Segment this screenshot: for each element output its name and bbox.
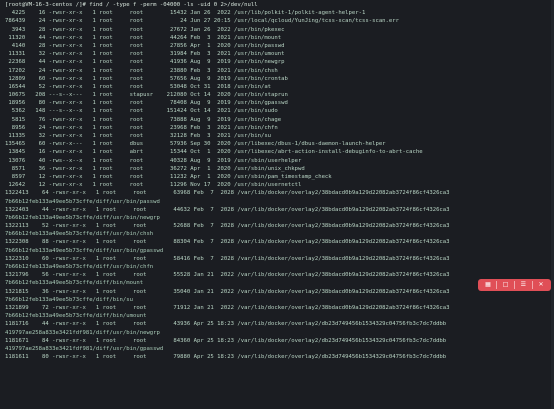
output-line: 1322310 60 -rwsr-xr-x 1 root root 58416 … — [5, 255, 450, 262]
output-line: 1322113 52 -rwsr-xr-x 1 root root 52688 … — [5, 223, 450, 230]
output-line: 1321815 36 -rwsr-xr-x 1 root root 35040 … — [5, 288, 450, 295]
output-line: 1322413 64 -rwsr-xr-x 1 root root 63968 … — [5, 190, 450, 197]
output-line: 7b66b12feb133a49ee5b73cffe/diff/usr/bin/… — [5, 214, 160, 221]
output-line: 17202 24 -rwsr-xr-x 1 root root 23880 Fe… — [5, 67, 278, 74]
output-line: 419797ae258a833e3421fdf981/diff/usr/bin/… — [5, 329, 160, 336]
output-line: 1181716 44 -rwsr-xr-x 1 root root 43936 … — [5, 321, 447, 328]
output-line: 16544 52 -rwsr-xr-x 1 root root 53048 Oc… — [5, 83, 272, 90]
terminal-window[interactable]: [root@VM-16-3-centos /]# find / -type f … — [0, 0, 554, 409]
output-line: 1321796 56 -rwsr-xr-x 1 root root 55528 … — [5, 272, 450, 279]
output-line: 10675 208 ---s--x--- 1 root stapusr 2120… — [5, 92, 288, 99]
output-line: 8571 36 -rwsr-xr-x 1 root root 36272 Apr… — [5, 165, 305, 172]
output-line: 1322308 88 -rwsr-xr-x 1 root root 88304 … — [5, 239, 450, 246]
output-line: 4140 28 -rwsr-xr-x 1 root root 27856 Apr… — [5, 42, 285, 49]
close-icon[interactable]: ✕ — [537, 281, 544, 289]
output-line: 1321899 72 -rwsr-xr-x 1 root root 71912 … — [5, 304, 450, 311]
output-line: 786439 24 -rwsr-xr-x 1 root root 24 Jun … — [5, 18, 400, 25]
output-line: 11331 32 -rwsr-xr-x 1 root root 31984 Fe… — [5, 51, 285, 58]
output-line: 18956 80 -rwsr-xr-x 1 root root 78408 Au… — [5, 100, 288, 107]
grid-icon[interactable]: ▦ — [484, 281, 491, 289]
output-line: 7b66b12feb133a49ee5b73cffe/diff/bin/moun… — [5, 280, 144, 287]
window-icon[interactable]: □ — [502, 281, 509, 289]
output-line: 1181671 84 -rwsr-xr-x 1 root root 84360 … — [5, 337, 447, 344]
output-line: 7b66b12feb133a49ee5b73cffe/diff/usr/bin/… — [5, 264, 154, 270]
output-line: 12642 12 -rwsr-xr-x 1 root root 11296 No… — [5, 182, 302, 189]
output-line: 1322403 44 -rwsr-xr-x 1 root root 44632 … — [5, 206, 450, 213]
command-line: [root@VM-16-3-centos /]# find / -type f … — [5, 2, 258, 8]
output-line: 8597 12 -rwsr-xr-x 1 root root 11232 Apr… — [5, 173, 332, 180]
output-line: 7b66b12feb133a49ee5b73cffe/diff/usr/bin/… — [5, 198, 160, 205]
output-line: 3943 28 -rwsr-xr-x 1 root root 27672 Jan… — [5, 26, 285, 33]
output-line: 135465 60 -rwsr-x--- 1 root dbus 57936 S… — [5, 141, 386, 148]
list-icon[interactable]: ☰ — [520, 281, 527, 289]
output-line: 13076 40 -rws--x--x 1 root root 40328 Au… — [5, 157, 302, 164]
floating-toolbar[interactable]: ▦ □ ☰ ✕ — [478, 279, 551, 291]
terminal-output: [root@VM-16-3-centos /]# find / -type f … — [5, 1, 554, 361]
output-line: 13845 16 -rwsr-xr-x 1 root abrt 15344 Oc… — [5, 149, 423, 156]
output-line: 12809 60 -rwsr-xr-x 1 root root 57656 Au… — [5, 75, 288, 82]
toolbar-divider — [513, 281, 515, 289]
output-line: 7b66b12feb133a49ee5b73cffe/diff/usr/bin/… — [5, 231, 154, 238]
output-line: 5815 76 -rwsr-xr-x 1 root root 73888 Aug… — [5, 116, 282, 123]
output-line: 22368 44 -rwsr-xr-x 1 root root 41936 Au… — [5, 59, 285, 66]
output-line: 4225 16 -rwsr-xr-x 1 root root 15432 Jan… — [5, 10, 366, 17]
output-line: 11335 32 -rwsr-xr-x 1 root root 32128 Fe… — [5, 133, 272, 139]
output-line: 7b66b12feb133a49ee5b73cffe/diff/usr/bin/… — [5, 247, 164, 254]
output-line: 11320 44 -rwsr-xr-x 1 root root 44264 Fe… — [5, 34, 282, 41]
output-line: 7b66b12feb133a49ee5b73cffe/diff/bin/su — [5, 296, 133, 303]
toolbar-divider — [496, 281, 498, 289]
output-line: 8956 24 -rwsr-xr-x 1 root root 23968 Feb… — [5, 124, 278, 131]
output-line: 7b66b12feb133a49ee5b73cffe/diff/bin/umou… — [5, 313, 147, 320]
output-line: 5362 148 ---s--x--x 1 root root 151424 O… — [5, 108, 278, 115]
toolbar-divider — [531, 281, 533, 289]
output-line: 419797ae258a833e3421fdf981/diff/usr/bin/… — [5, 345, 164, 352]
output-line: 1181611 80 -rwsr-xr-x 1 root root 79880 … — [5, 354, 447, 361]
